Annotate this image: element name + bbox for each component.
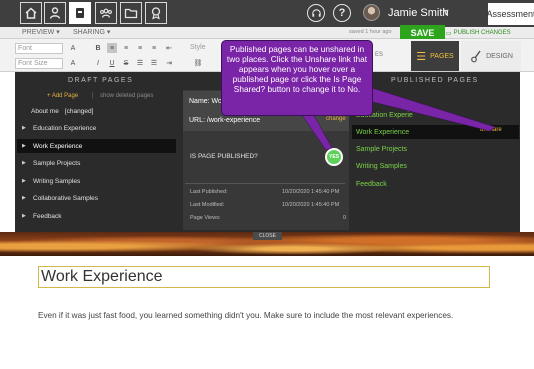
support-icon[interactable]	[307, 4, 325, 22]
strikethrough-button[interactable]: S	[121, 58, 131, 68]
last-published-label: Last Published:	[190, 189, 228, 195]
align-right-icon[interactable]: ≡	[135, 43, 145, 53]
is-page-published-label: IS PAGE PUBLISHED?	[190, 153, 258, 160]
draft-item-label: Education Experience	[33, 124, 97, 132]
show-deleted-link[interactable]: show deleted pages	[100, 93, 153, 99]
italic-button[interactable]: I	[93, 58, 103, 68]
design-tab-label: DESIGN	[486, 52, 513, 60]
saved-status: saved 1 hour ago	[349, 29, 392, 35]
pages-tab[interactable]: ☰ PAGES	[411, 41, 459, 71]
draft-item-label: Collaborative Samples	[33, 194, 99, 202]
published-item-sample-projects[interactable]: Sample Projects	[352, 142, 519, 156]
draft-item-feedback[interactable]: ▶ Feedback	[17, 209, 176, 223]
indent-icon[interactable]: ⇥	[164, 58, 174, 68]
page-views-value: 0	[343, 215, 347, 221]
draft-item-label: About me	[31, 107, 59, 115]
changed-badge: [changed]	[64, 107, 94, 115]
avatar[interactable]	[363, 4, 380, 21]
last-published-value: 10/20/2020 1:45:40 PM	[282, 189, 340, 195]
badge-icon[interactable]	[145, 2, 167, 24]
top-nav: ? Jamie Smith ∨ Assessment	[0, 0, 534, 27]
groups-icon[interactable]	[95, 2, 117, 24]
draft-item-sample-projects[interactable]: ▶ Sample Projects	[17, 156, 176, 170]
portfolio-icon[interactable]	[69, 2, 91, 24]
folder-icon[interactable]	[120, 2, 142, 24]
draft-item-collaborative-samples[interactable]: ▶ Collaborative Samples	[17, 191, 176, 205]
highlight-button[interactable]: A	[68, 58, 78, 68]
caret-right-icon: ▶	[22, 178, 26, 184]
templates-tab[interactable]: ES	[375, 52, 383, 58]
caret-right-icon: ▶	[22, 125, 26, 131]
draft-item-about-me[interactable]: About me [changed]	[17, 104, 176, 118]
published-item-education[interactable]: Education Experie	[352, 108, 519, 122]
preview-menu[interactable]: PREVIEW ▾	[22, 28, 60, 36]
draft-item-education[interactable]: ▶ Education Experience	[17, 121, 176, 135]
profile-icon[interactable]	[44, 2, 66, 24]
divider	[185, 183, 345, 184]
draft-pages-title: DRAFT PAGES	[68, 77, 134, 84]
assessment-tab[interactable]: Assessment	[486, 3, 534, 25]
pages-tab-label: PAGES	[430, 52, 454, 60]
help-icon[interactable]: ?	[333, 4, 351, 22]
design-tab[interactable]: DESIGN	[461, 41, 521, 71]
underline-button[interactable]: U	[107, 58, 117, 68]
user-name[interactable]: Jamie Smith	[388, 7, 449, 19]
justify-icon[interactable]: ≡	[149, 43, 159, 53]
draft-item-label: Feedback	[33, 212, 62, 220]
last-modified-label: Last Modified:	[190, 202, 225, 208]
unshare-link[interactable]: unshare	[480, 127, 502, 133]
draft-item-label: Work Experience	[33, 142, 83, 150]
draft-item-work-experience[interactable]: ▶ Work Experience	[17, 139, 176, 153]
align-left-icon[interactable]: ≡	[107, 43, 117, 53]
save-button[interactable]: SAVE	[400, 25, 445, 40]
publish-changes-label: PUBLISH CHANGES	[453, 30, 511, 36]
published-pages-title: PUBLISHED PAGES	[391, 77, 479, 84]
outdent-icon[interactable]: ⇤	[164, 43, 174, 53]
sharing-menu[interactable]: SHARING ▾	[73, 28, 110, 36]
paintbrush-icon	[471, 50, 481, 63]
style-select[interactable]: Style	[188, 43, 218, 54]
draft-item-label: Sample Projects	[33, 159, 81, 167]
publish-icon: ▭	[446, 30, 452, 37]
published-toggle[interactable]: YES	[325, 148, 343, 166]
sharing-label: SHARING	[73, 29, 105, 36]
caret-right-icon: ▶	[22, 143, 26, 149]
align-center-icon[interactable]: ≡	[121, 43, 131, 53]
draft-item-writing-samples[interactable]: ▶ Writing Samples	[17, 174, 176, 188]
add-page-link[interactable]: + Add Page	[47, 93, 78, 99]
font-select[interactable]: Font	[15, 43, 63, 54]
text-color-button[interactable]: A	[68, 43, 78, 53]
caret-right-icon: ▶	[22, 160, 26, 166]
link-separator: |	[92, 93, 94, 99]
tutorial-callout: Published pages can be unshared in two p…	[221, 40, 373, 116]
link-icon[interactable]: ⛓	[193, 58, 203, 68]
list-icon[interactable]: ☰	[135, 58, 145, 68]
caret-right-icon: ▶	[22, 195, 26, 201]
page-title[interactable]: Work Experience	[38, 266, 490, 288]
page-views-label: Page Views:	[190, 215, 221, 221]
preview-label: PREVIEW	[22, 29, 55, 36]
ordered-list-icon[interactable]: ☰	[149, 58, 159, 68]
change-url-link[interactable]: change	[326, 116, 346, 122]
page-body-text[interactable]: Even if it was just fast food, you learn…	[38, 311, 453, 320]
chevron-down-icon[interactable]: ∨	[443, 7, 450, 18]
pages-icon: ☰	[416, 50, 427, 63]
published-item-writing-samples[interactable]: Writing Samples	[352, 159, 519, 173]
close-panel-button[interactable]: CLOSE	[253, 232, 282, 240]
draft-item-label: Writing Samples	[33, 177, 81, 185]
font-size-select[interactable]: Font Size	[15, 58, 63, 69]
publish-changes-button[interactable]: ▭ PUBLISH CHANGES	[446, 27, 524, 39]
bold-button[interactable]: B	[93, 43, 103, 53]
caret-right-icon: ▶	[22, 213, 26, 219]
published-item-feedback[interactable]: Feedback	[352, 177, 519, 191]
home-icon[interactable]	[20, 2, 42, 24]
last-modified-value: 10/20/2020 1:45:40 PM	[282, 202, 340, 208]
